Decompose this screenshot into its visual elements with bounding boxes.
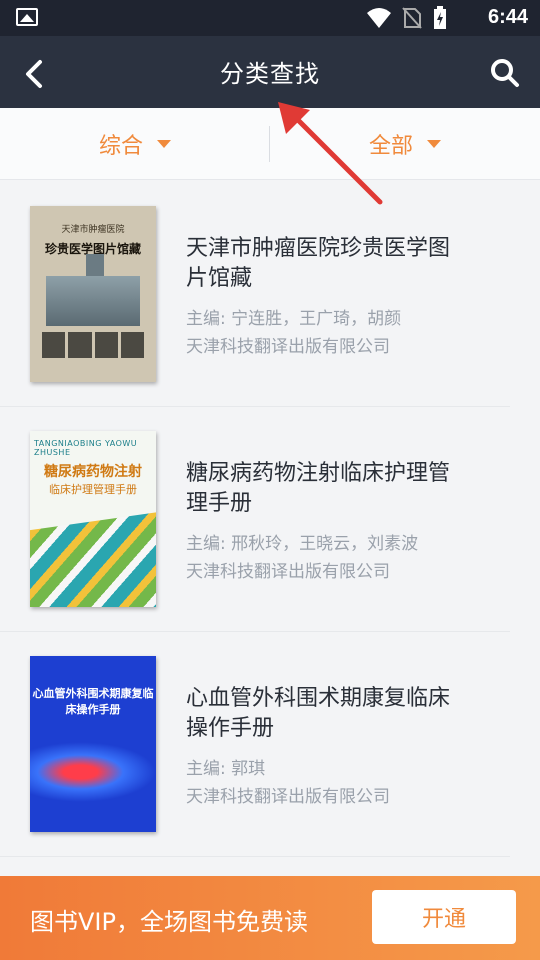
- status-time: 6:44: [487, 6, 528, 28]
- cover-heart-wave-image: [30, 742, 156, 802]
- book-editor: 主编: 宁连胜，王广琦，胡颜: [186, 309, 402, 329]
- cover-photo-strip: [42, 332, 144, 358]
- vip-promo-bar: 图书VIP，全场图书免费读 开通: [0, 876, 540, 960]
- cover-sub-text: 临床护理管理手册: [49, 483, 137, 496]
- page-title: 分类查找: [220, 60, 320, 88]
- search-icon[interactable]: [490, 58, 520, 88]
- cover-main-text: 糖尿病药物注射: [44, 464, 142, 480]
- gallery-icon: [16, 8, 38, 26]
- book-cover: 心血管外科围术期康复临床操作手册: [30, 656, 156, 832]
- book-publisher: 天津科技翻译出版有限公司: [186, 562, 390, 582]
- book-publisher: 天津科技翻译出版有限公司: [186, 337, 390, 357]
- book-publisher: 天津科技翻译出版有限公司: [186, 787, 390, 807]
- open-vip-button[interactable]: 开通: [372, 890, 516, 944]
- book-title: 糖尿病药物注射临床护理管理手册: [186, 461, 451, 516]
- no-sim-icon: [402, 7, 422, 29]
- filter-bar: 综合 全部: [0, 108, 540, 180]
- book-editor: 主编: 邢秋玲，王晓云，刘素波: [186, 534, 419, 554]
- status-bar: 6:44: [0, 0, 540, 36]
- vip-promo-text: 图书VIP，全场图书免费读: [30, 908, 308, 936]
- list-item[interactable]: 天津市肿瘤医院 珍贵医学图片馆藏 天津市肿瘤医院珍贵医学图片馆藏 主编: 宁连胜…: [0, 182, 510, 407]
- list-item[interactable]: 心血管外科围术期康复临床操作手册 心血管外科围术期康复临床操作手册 主编: 郭琪…: [0, 632, 510, 857]
- book-list: 天津市肿瘤医院 珍贵医学图片馆藏 天津市肿瘤医院珍贵医学图片馆藏 主编: 宁连胜…: [0, 182, 540, 857]
- sort-dropdown[interactable]: 综合: [0, 108, 270, 180]
- chevron-down-icon: [157, 140, 171, 148]
- book-title: 心血管外科围术期康复临床操作手册: [186, 686, 451, 741]
- cover-building-image: [46, 254, 140, 326]
- cover-artwork: [30, 509, 156, 607]
- battery-charging-icon: [434, 6, 446, 29]
- status-icons: [366, 6, 448, 30]
- book-cover: TANGNIAOBING YAOWU ZHUSHE 糖尿病药物注射 临床护理管理…: [30, 431, 156, 607]
- list-item[interactable]: TANGNIAOBING YAOWU ZHUSHE 糖尿病药物注射 临床护理管理…: [0, 407, 510, 632]
- category-dropdown[interactable]: 全部: [270, 108, 540, 180]
- cover-top-text: TANGNIAOBING YAOWU ZHUSHE: [34, 439, 138, 457]
- cover-top-text: 天津市肿瘤医院: [61, 225, 125, 235]
- book-editor: 主编: 郭琪: [186, 759, 266, 779]
- cover-main-text: 心血管外科围术期康复临床操作手册: [32, 687, 154, 716]
- book-cover: 天津市肿瘤医院 珍贵医学图片馆藏: [30, 206, 156, 382]
- category-label: 全部: [368, 134, 413, 159]
- sort-label: 综合: [98, 134, 143, 159]
- top-nav-bar: 分类查找: [0, 36, 540, 108]
- wifi-icon: [367, 8, 391, 28]
- book-title: 天津市肿瘤医院珍贵医学图片馆藏: [186, 236, 451, 291]
- chevron-down-icon: [427, 140, 441, 148]
